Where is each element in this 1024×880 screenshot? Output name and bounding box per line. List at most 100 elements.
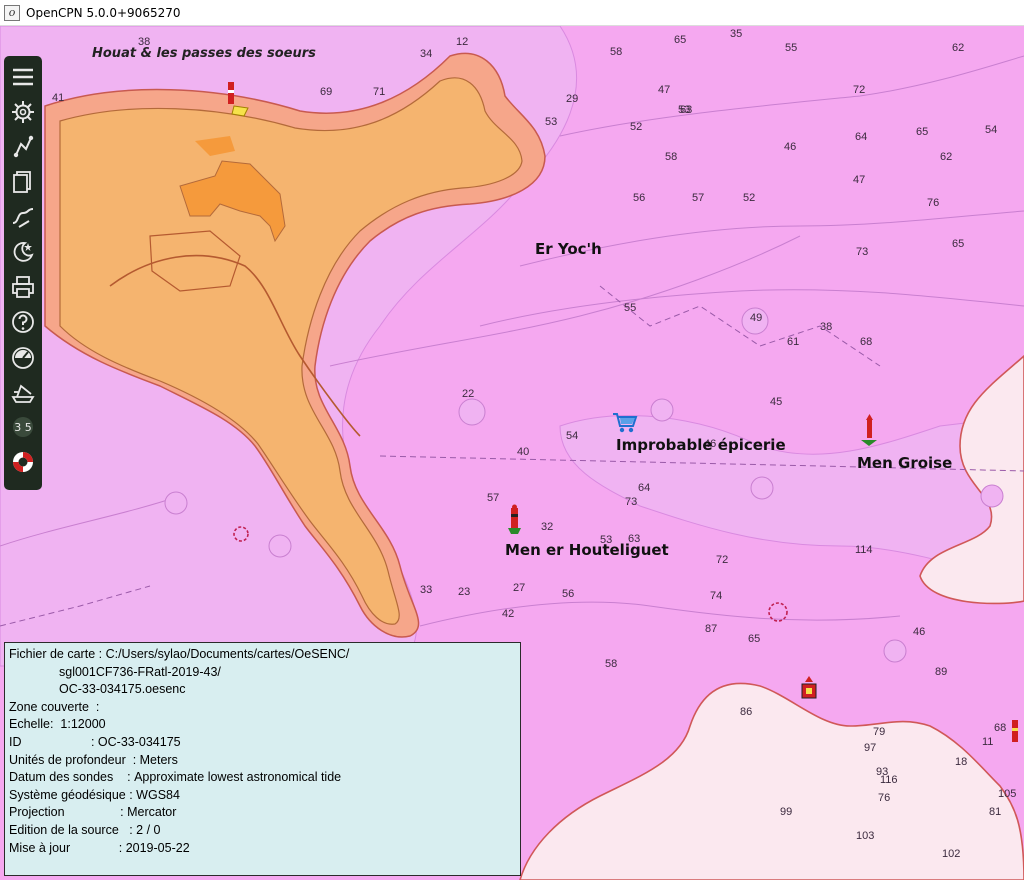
opencpn-logo-icon: o xyxy=(4,4,20,21)
sounding-label: 29 xyxy=(566,93,579,105)
sounding-label: 46 xyxy=(784,141,797,153)
scale-icon[interactable]: 3 5 xyxy=(7,411,39,443)
maj-value: 2019-05-22 xyxy=(125,840,190,855)
label-men-groise[interactable]: Men Groise xyxy=(857,454,952,472)
sounding-label: 35 xyxy=(730,28,743,40)
lifebuoy-icon[interactable] xyxy=(7,446,39,478)
sounding-label: 45 xyxy=(770,396,783,408)
projection-label: Projection : xyxy=(9,805,128,820)
sounding-label: 52 xyxy=(743,192,756,204)
buoy-men-er-houteliguet-icon[interactable] xyxy=(504,504,526,536)
sounding-label: 46 xyxy=(913,626,926,638)
sounding-label: 81 xyxy=(989,806,1002,818)
sounding-label: 53 xyxy=(545,116,558,128)
chart-info-panel: Fichier de carte : C:/Users/sylao/Docume… xyxy=(4,642,521,876)
sounding-label: 69 xyxy=(320,86,333,98)
sounding-label: 40 xyxy=(517,446,530,458)
tide-current-icon[interactable] xyxy=(7,236,39,268)
sounding-label: 86 xyxy=(740,706,753,718)
sounding-label: 64 xyxy=(638,482,651,494)
sounding-label: 54 xyxy=(566,430,579,442)
sounding-label: 65 xyxy=(748,633,761,645)
lighthouse-houat-icon[interactable] xyxy=(222,78,252,118)
sounding-label: 58 xyxy=(665,151,678,163)
projection-value: Mercator xyxy=(127,805,177,820)
sounding-label: 32 xyxy=(541,521,554,533)
sounding-label: 76 xyxy=(927,197,940,209)
label-improbable-epicerie[interactable]: Improbable épicerie xyxy=(616,436,786,454)
edition-label: Edition de la source : xyxy=(9,822,137,837)
chart-canvas[interactable]: 38 34 58 65 35 55 62 41 12 69 71 63 72 65 54 29 53 47 52 46… xyxy=(0,26,1024,880)
main-toolbar: 3 5 xyxy=(4,56,42,490)
id-label: ID : xyxy=(9,734,98,749)
datum-label: Datum des sondes : xyxy=(9,770,135,785)
sounding-label: 87 xyxy=(705,623,718,635)
fichier-label: Fichier de carte : xyxy=(9,647,106,661)
sounding-label: 49 xyxy=(750,312,763,324)
gauge-icon[interactable] xyxy=(7,341,39,373)
sounding-label: 68 xyxy=(860,336,873,348)
unites-value: Meters xyxy=(139,752,178,767)
sounding-label: 65 xyxy=(916,126,929,138)
beacon-east-icon[interactable] xyxy=(1006,716,1024,750)
fichier-value-1: C:/Users/sylao/Documents/cartes/OeSENC/ xyxy=(105,647,350,661)
sounding-label: 72 xyxy=(853,84,866,96)
sounding-label: 65 xyxy=(674,34,687,46)
sounding-label: 73 xyxy=(856,246,869,258)
beacon-men-groise-icon[interactable] xyxy=(858,414,880,446)
scale-icon-text: 3 5 xyxy=(14,421,32,434)
sounding-label: 102 xyxy=(942,848,961,860)
systeme-label: Système géodésique : xyxy=(9,787,137,802)
sounding-label: 47 xyxy=(853,174,866,186)
sounding-label: 58 xyxy=(610,46,623,58)
hamburger-menu-icon[interactable] xyxy=(7,61,39,93)
sounding-label: 62 xyxy=(952,42,965,54)
sounding-label: 64 xyxy=(855,131,868,143)
print-icon[interactable] xyxy=(7,271,39,303)
track-icon[interactable] xyxy=(7,201,39,233)
sounding-label: 27 xyxy=(513,582,526,594)
shopping-cart-icon[interactable] xyxy=(612,412,638,434)
title-bar: o OpenCPN 5.0.0+9065270 xyxy=(0,0,1024,26)
route-icon[interactable] xyxy=(7,131,39,163)
sounding-label: 53 xyxy=(678,104,691,116)
sounding-label: 33 xyxy=(420,584,433,596)
sounding-label: 79 xyxy=(873,726,886,738)
sounding-label: 54 xyxy=(985,124,998,136)
sounding-label: 89 xyxy=(935,666,948,678)
sounding-label: 58 xyxy=(605,658,618,670)
sounding-label: 57 xyxy=(692,192,705,204)
sounding-label: 34 xyxy=(420,48,433,60)
sounding-label: 68 xyxy=(994,722,1007,734)
sounding-label: 12 xyxy=(456,36,469,48)
sounding-label: 23 xyxy=(458,586,471,598)
sounding-label: 56 xyxy=(562,588,575,600)
sounding-label: 22 xyxy=(462,388,475,400)
sounding-label: 72 xyxy=(716,554,729,566)
maj-label: Mise à jour : xyxy=(9,840,126,855)
label-er-yoch[interactable]: Er Yoc'h xyxy=(535,240,602,258)
sounding-label: 52 xyxy=(630,121,643,133)
sounding-label: 71 xyxy=(373,86,386,98)
beacon-south-icon[interactable] xyxy=(798,676,820,704)
id-value: OC-33-034175 xyxy=(97,734,181,749)
help-icon[interactable] xyxy=(7,306,39,338)
fichier-value-2: sgl001CF736-FRatl-2019-43/ xyxy=(59,664,221,679)
echelle-label: Echelle: xyxy=(9,717,61,732)
sounding-label: 47 xyxy=(658,84,671,96)
sounding-label: 97 xyxy=(864,742,877,754)
sounding-label: 62 xyxy=(940,151,953,163)
gear-icon[interactable] xyxy=(7,96,39,128)
sounding-label: 103 xyxy=(856,830,875,842)
sounding-label: 38 xyxy=(820,321,833,333)
echelle-value: 1:12000 xyxy=(60,717,106,732)
ship-icon[interactable] xyxy=(7,376,39,408)
sounding-label: 57 xyxy=(487,492,500,504)
sounding-label: 56 xyxy=(633,192,646,204)
sounding-label: 74 xyxy=(710,590,723,602)
label-men-er-houteliguet[interactable]: Men er Houteliguet xyxy=(505,541,669,559)
sounding-label: 76 xyxy=(878,792,891,804)
window-title: OpenCPN 5.0.0+9065270 xyxy=(26,5,181,20)
sounding-label: 114 xyxy=(855,544,873,556)
document-icon[interactable] xyxy=(7,166,39,198)
